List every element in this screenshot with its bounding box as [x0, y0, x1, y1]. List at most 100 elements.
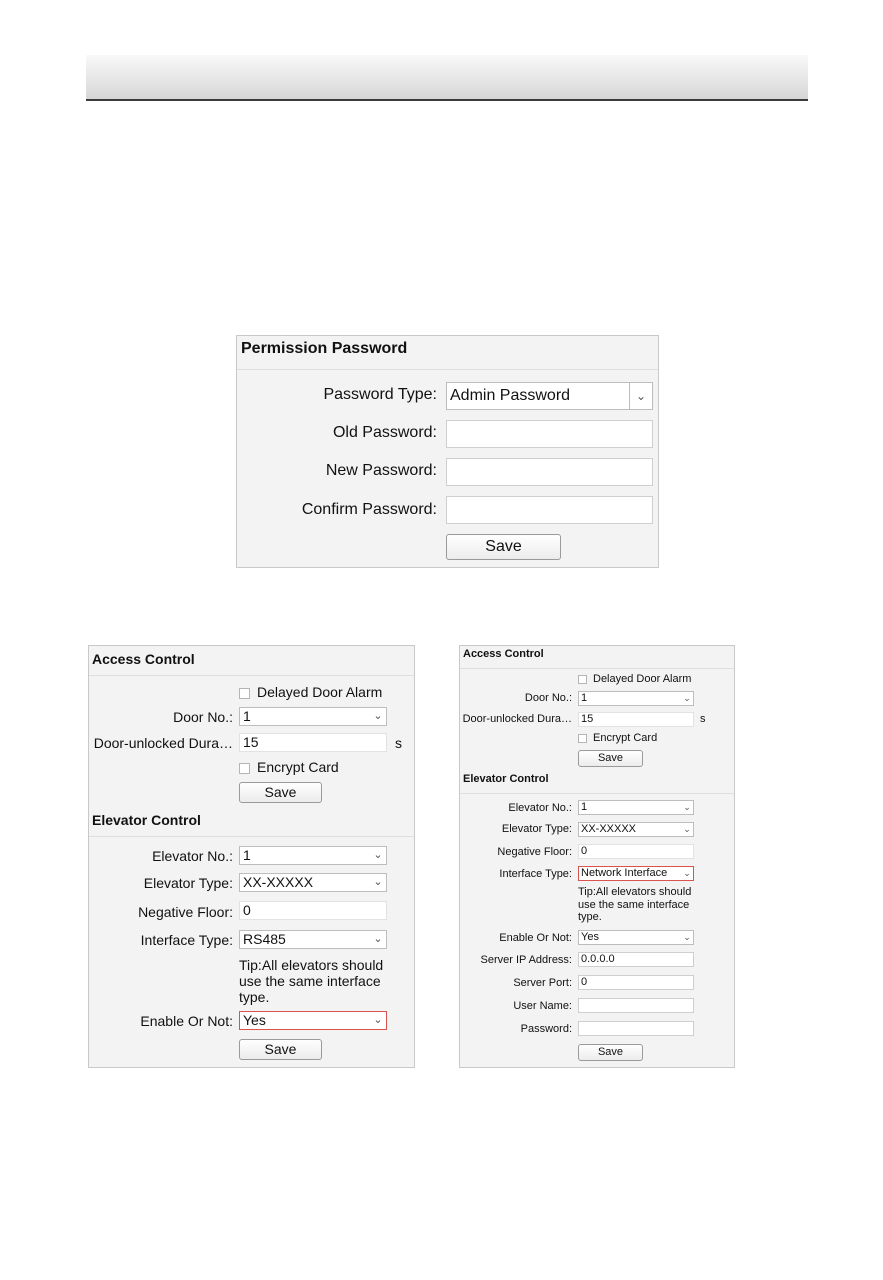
door-no-label: Door No.:: [173, 709, 233, 725]
door-no-value: 1: [581, 692, 588, 704]
confirm-password-field[interactable]: [446, 496, 653, 524]
chevron-down-icon: ⌄: [373, 849, 383, 861]
page-header-bar: [86, 55, 808, 99]
encrypt-card-label: Encrypt Card: [257, 759, 339, 775]
interface-type-value: Network Interface: [581, 867, 668, 879]
confirm-password-label: Confirm Password:: [301, 501, 437, 518]
seconds-unit: s: [395, 735, 402, 751]
elevator-type-select[interactable]: XX-XXXXX ⌄: [578, 822, 694, 837]
delayed-door-alarm-checkbox[interactable]: Delayed Door Alarm: [239, 684, 382, 700]
password-field[interactable]: [578, 1021, 694, 1036]
section-divider: [460, 668, 734, 669]
chevron-down-icon: ⌄: [683, 693, 691, 703]
seconds-unit: s: [700, 713, 706, 725]
password-type-select[interactable]: Admin Password ⌄: [446, 382, 653, 410]
old-password-label: Old Password:: [332, 424, 437, 441]
elevator-control-title: Elevator Control: [463, 773, 549, 785]
encrypt-card-checkbox[interactable]: Encrypt Card: [578, 732, 657, 744]
chevron-down-icon: ⌄: [683, 802, 691, 812]
chevron-down-icon: ⌄: [629, 383, 652, 409]
elevator-type-label: Elevator Type:: [501, 823, 572, 835]
encrypt-card-checkbox[interactable]: Encrypt Card: [239, 759, 339, 775]
server-ip-label: Server IP Address:: [480, 954, 572, 966]
server-ip-field[interactable]: 0.0.0.0: [578, 952, 694, 967]
negative-floor-field[interactable]: 0: [578, 844, 694, 859]
door-no-value: 1: [243, 708, 251, 724]
elevator-no-value: 1: [581, 801, 588, 813]
door-unlocked-duration-label: Door-unlocked Dura…: [462, 713, 572, 725]
elevator-control-title: Elevator Control: [92, 812, 201, 828]
elevator-save-button[interactable]: Save: [578, 1044, 643, 1061]
new-password-field[interactable]: [446, 458, 653, 486]
section-title: Permission Password: [241, 340, 408, 357]
checkbox-icon: [239, 687, 250, 699]
new-password-label: New Password:: [325, 462, 437, 479]
negative-floor-field[interactable]: 0: [239, 901, 387, 920]
elevator-type-value: XX-XXXXX: [243, 874, 314, 890]
checkbox-icon: [239, 762, 250, 774]
chevron-down-icon: ⌄: [373, 933, 383, 945]
access-save-button[interactable]: Save: [239, 782, 322, 803]
user-name-field[interactable]: [578, 998, 694, 1013]
section-divider: [89, 836, 414, 837]
enable-select[interactable]: Yes ⌄: [578, 930, 694, 945]
elevator-type-select[interactable]: XX-XXXXX ⌄: [239, 873, 387, 892]
password-label: Password:: [520, 1023, 572, 1035]
chevron-down-icon: ⌄: [373, 876, 383, 888]
elevator-no-label: Elevator No.:: [152, 848, 233, 864]
elevator-no-select[interactable]: 1 ⌄: [239, 846, 387, 865]
door-no-label: Door No.:: [524, 692, 572, 704]
door-no-select[interactable]: 1 ⌄: [578, 691, 694, 706]
elevator-type-label: Elevator Type:: [143, 875, 233, 891]
delayed-door-alarm-checkbox[interactable]: Delayed Door Alarm: [578, 673, 691, 685]
server-port-field[interactable]: 0: [578, 975, 694, 990]
chevron-down-icon: ⌄: [373, 710, 383, 722]
section-divider: [460, 793, 734, 794]
door-unlocked-duration-field[interactable]: 15: [239, 733, 387, 752]
enable-select[interactable]: Yes ⌄: [239, 1011, 387, 1030]
save-button[interactable]: Save: [446, 534, 561, 560]
chevron-down-icon: ⌄: [683, 868, 691, 878]
header-divider: [86, 99, 808, 101]
interface-tip: Tip:All elevators should use the same in…: [239, 957, 384, 1006]
enable-label: Enable Or Not:: [499, 932, 572, 944]
section-divider: [89, 675, 414, 676]
chevron-down-icon: ⌄: [373, 1014, 383, 1026]
elevator-type-value: XX-XXXXX: [581, 823, 637, 835]
password-type-value: Admin Password: [450, 387, 571, 404]
elevator-save-button[interactable]: Save: [239, 1039, 322, 1060]
delayed-door-alarm-label: Delayed Door Alarm: [593, 673, 692, 685]
checkbox-icon: [578, 674, 587, 684]
encrypt-card-label: Encrypt Card: [593, 732, 658, 744]
user-name-label: User Name:: [513, 1000, 572, 1012]
negative-floor-label: Negative Floor:: [497, 846, 572, 858]
server-port-label: Server Port:: [513, 977, 572, 989]
door-unlocked-duration-label: Door-unlocked Dura…: [93, 735, 233, 751]
enable-value: Yes: [581, 931, 599, 943]
enable-label: Enable Or Not:: [140, 1013, 233, 1029]
interface-type-value: RS485: [243, 931, 286, 947]
interface-type-select[interactable]: Network Interface ⌄: [578, 866, 694, 881]
permission-password-panel: Permission Password Password Type: Admin…: [236, 335, 659, 568]
access-elevator-panel-rs485: Access Control Delayed Door Alarm Door N…: [88, 645, 415, 1068]
elevator-no-select[interactable]: 1 ⌄: [578, 800, 694, 815]
interface-type-label: Interface Type:: [499, 868, 572, 880]
negative-floor-label: Negative Floor:: [138, 904, 233, 920]
door-no-select[interactable]: 1 ⌄: [239, 707, 387, 726]
interface-tip: Tip:All elevators should use the same in…: [578, 886, 692, 924]
chevron-down-icon: ⌄: [683, 932, 691, 942]
interface-type-label: Interface Type:: [140, 932, 233, 948]
section-divider: [237, 369, 658, 370]
interface-type-select[interactable]: RS485 ⌄: [239, 930, 387, 949]
access-control-title: Access Control: [92, 651, 195, 667]
access-control-title: Access Control: [463, 648, 544, 660]
door-unlocked-duration-field[interactable]: 15: [578, 712, 694, 727]
password-type-label: Password Type:: [323, 386, 437, 403]
enable-value: Yes: [243, 1012, 266, 1028]
delayed-door-alarm-label: Delayed Door Alarm: [257, 684, 383, 700]
elevator-no-label: Elevator No.:: [508, 802, 572, 814]
elevator-no-value: 1: [243, 847, 251, 863]
access-save-button[interactable]: Save: [578, 750, 643, 767]
old-password-field[interactable]: [446, 420, 653, 448]
checkbox-icon: [578, 733, 587, 743]
